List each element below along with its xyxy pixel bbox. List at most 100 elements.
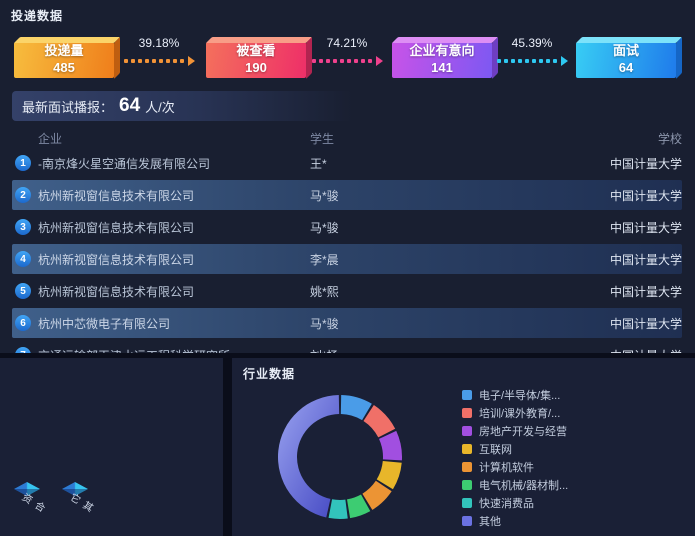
conversion-rate: 39.18% — [116, 36, 202, 66]
row-index-badge: 4 — [15, 251, 31, 267]
donut-slice[interactable] — [278, 395, 339, 517]
stage-label: 面试 — [613, 43, 639, 60]
arrow-dot — [368, 59, 372, 63]
row-company: 杭州新视窗信息技术有限公司 — [38, 283, 310, 300]
stage-top-bevel — [14, 37, 120, 43]
legend-color-chip — [462, 462, 472, 472]
rate-value: 45.39% — [492, 36, 572, 50]
arrow-dot — [546, 59, 550, 63]
arrow-dot — [173, 59, 177, 63]
rate-value: 39.18% — [116, 36, 202, 50]
column-header-student: 学生 — [310, 130, 492, 147]
category-marker: 合资 — [14, 482, 40, 496]
table-row: 7 交通运输部天津水运工程科学研究所 刘*扬 中国计量大学 — [12, 340, 682, 353]
legend-color-chip — [462, 390, 472, 400]
arrow-dot — [347, 59, 351, 63]
arrow-dot — [511, 59, 515, 63]
legend-label: 房地产开发与经营 — [479, 423, 567, 439]
legend-color-chip — [462, 408, 472, 418]
legend-item[interactable]: 培训/课外教育/... — [462, 407, 568, 418]
legend-item[interactable]: 互联网 — [462, 443, 568, 454]
donut-slice[interactable] — [329, 499, 348, 519]
legend-item[interactable]: 房地产开发与经营 — [462, 425, 568, 436]
row-student: 刘*扬 — [310, 347, 492, 354]
legend-color-chip — [462, 426, 472, 436]
table-body: 1 -南京烽火星空通信发展有限公司 王* 中国计量大学 2 杭州新视窗信息技术有… — [12, 148, 682, 353]
arrow-dot — [340, 59, 344, 63]
table-row: 1 -南京烽火星空通信发展有限公司 王* 中国计量大学 — [12, 148, 682, 178]
legend-label: 互联网 — [479, 441, 512, 457]
dotted-arrow-icon — [306, 56, 388, 66]
row-company: 杭州中芯微电子有限公司 — [38, 315, 310, 332]
conversion-rate: 74.21% — [306, 36, 388, 66]
funnel-stage-viewed: 被查看 190 — [206, 42, 306, 78]
row-student: 马*骏 — [310, 315, 492, 332]
legend-item[interactable]: 快速消费品 — [462, 497, 568, 508]
row-company: 杭州新视窗信息技术有限公司 — [38, 219, 310, 236]
arrow-head-icon — [561, 56, 568, 66]
arrow-dot — [145, 59, 149, 63]
arrow-head-icon — [376, 56, 383, 66]
industry-donut-chart — [270, 387, 410, 527]
arrow-dot — [124, 59, 128, 63]
arrow-dot — [152, 59, 156, 63]
row-company: 杭州新视窗信息技术有限公司 — [38, 251, 310, 268]
arrow-dot — [138, 59, 142, 63]
stage-top-bevel — [392, 37, 498, 43]
arrow-dot — [525, 59, 529, 63]
table-header: 企业 学生 学校 — [12, 129, 682, 147]
stage-value: 485 — [53, 60, 75, 77]
legend-label: 电气机械/器材制... — [479, 477, 568, 493]
arrow-dot — [532, 59, 536, 63]
legend-label: 计算机软件 — [479, 459, 534, 475]
delivery-data-panel: 投递数据 投递量 485 39.18% 被查看 190 74.21% — [0, 0, 695, 353]
arrow-dot — [159, 59, 163, 63]
legend-item[interactable]: 其他 — [462, 515, 568, 526]
stage-side-bevel — [676, 37, 682, 79]
table-row: 6 杭州中芯微电子有限公司 马*骏 中国计量大学 — [12, 308, 682, 338]
legend-label: 电子/半导体/集... — [479, 387, 560, 403]
arrow-dot — [326, 59, 330, 63]
latest-interview-broadcast: 最新面试播报： 64 人/次 — [12, 91, 352, 121]
row-student: 王* — [310, 155, 492, 172]
industry-data-panel: 行业数据 电子/半导体/集...培训/课外教育/...房地产开发与经营互联网计算… — [232, 358, 695, 536]
stage-label: 企业有意向 — [409, 43, 474, 60]
bottom-left-panel: 合资 其它 — [0, 358, 223, 536]
stage-value: 190 — [245, 60, 267, 77]
row-index-badge: 5 — [15, 283, 31, 299]
arrow-dot — [361, 59, 365, 63]
table-row: 5 杭州新视窗信息技术有限公司 姚*熙 中国计量大学 — [12, 276, 682, 306]
row-index-badge: 3 — [15, 219, 31, 235]
stage-top-bevel — [576, 37, 682, 43]
legend-item[interactable]: 计算机软件 — [462, 461, 568, 472]
row-school: 中国计量大学 — [492, 347, 682, 354]
donut-slice[interactable] — [379, 431, 402, 461]
row-student: 马*骏 — [310, 219, 492, 236]
legend-color-chip — [462, 480, 472, 490]
legend-color-chip — [462, 516, 472, 526]
table-row: 2 杭州新视窗信息技术有限公司 马*骏 中国计量大学 — [12, 180, 682, 210]
row-company: 交通运输部天津水运工程科学研究所 — [38, 347, 310, 354]
broadcast-label: 最新面试播报： — [22, 97, 113, 116]
legend-item[interactable]: 电气机械/器材制... — [462, 479, 568, 490]
funnel-stage-interview: 面试 64 — [576, 42, 676, 78]
row-index-badge: 1 — [15, 155, 31, 171]
arrow-dot — [166, 59, 170, 63]
stage-top-bevel — [206, 37, 312, 43]
funnel-stage-deliveries: 投递量 485 — [14, 42, 114, 78]
rate-value: 74.21% — [306, 36, 388, 50]
delivery-panel-title: 投递数据 — [11, 7, 63, 24]
row-school: 中国计量大学 — [492, 155, 682, 172]
donut-slice[interactable] — [363, 405, 395, 437]
arrow-dot — [539, 59, 543, 63]
row-index-badge: 6 — [15, 315, 31, 331]
row-school: 中国计量大学 — [492, 219, 682, 236]
legend-item[interactable]: 电子/半导体/集... — [462, 389, 568, 400]
chart-legend: 电子/半导体/集... 培训/课外教育/... 房地产开发与经营互联网计算机软件电气… — [462, 389, 568, 533]
legend-label: 培训/课外教育/... — [479, 405, 560, 421]
funnel-stage-company-interested: 企业有意向 141 — [392, 42, 492, 78]
dotted-arrow-icon — [116, 56, 202, 66]
row-student: 马*骏 — [310, 187, 492, 204]
legend-label: 快速消费品 — [479, 495, 534, 511]
stage-label: 投递量 — [44, 43, 83, 60]
